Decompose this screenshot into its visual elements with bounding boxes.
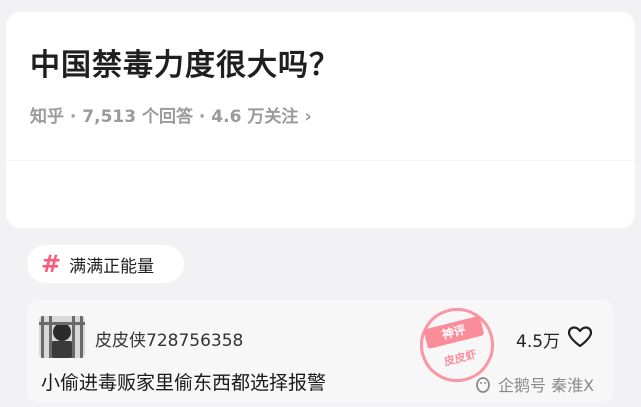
- penguin-logo-icon: [476, 377, 490, 393]
- avatar[interactable]: [39, 316, 85, 358]
- watermark: 企鹅号 秦淮X: [474, 372, 594, 396]
- heart-icon[interactable]: [567, 325, 593, 349]
- topic-label: 满满正能量: [69, 256, 155, 277]
- like-count: 4.5万: [516, 332, 561, 352]
- page: 中国禁毒力度很大吗？ 知乎 · 7,513 个回答 · 4.6 万关注 › # 满…: [0, 0, 641, 407]
- question-meta-text: 知乎 · 7,513 个回答 · 4.6 万关注: [30, 107, 299, 127]
- question-meta[interactable]: 知乎 · 7,513 个回答 · 4.6 万关注 ›: [30, 102, 312, 127]
- chevron-right-icon: ›: [304, 106, 312, 127]
- username[interactable]: 皮皮侠728756358: [95, 326, 243, 351]
- answer-text[interactable]: 小偷进毒贩家里偷东西都选择报警: [41, 368, 326, 395]
- hashtag-icon: #: [41, 250, 62, 278]
- question-title[interactable]: 中国禁毒力度很大吗？: [30, 40, 340, 84]
- topic-chip[interactable]: # 满满正能量: [27, 245, 184, 283]
- avatar-image: [39, 316, 85, 358]
- divider: [6, 160, 635, 161]
- question-card[interactable]: 中国禁毒力度很大吗？ 知乎 · 7,513 个回答 · 4.6 万关注 ›: [6, 12, 635, 228]
- watermark-text: 企鹅号 秦淮X: [498, 376, 595, 395]
